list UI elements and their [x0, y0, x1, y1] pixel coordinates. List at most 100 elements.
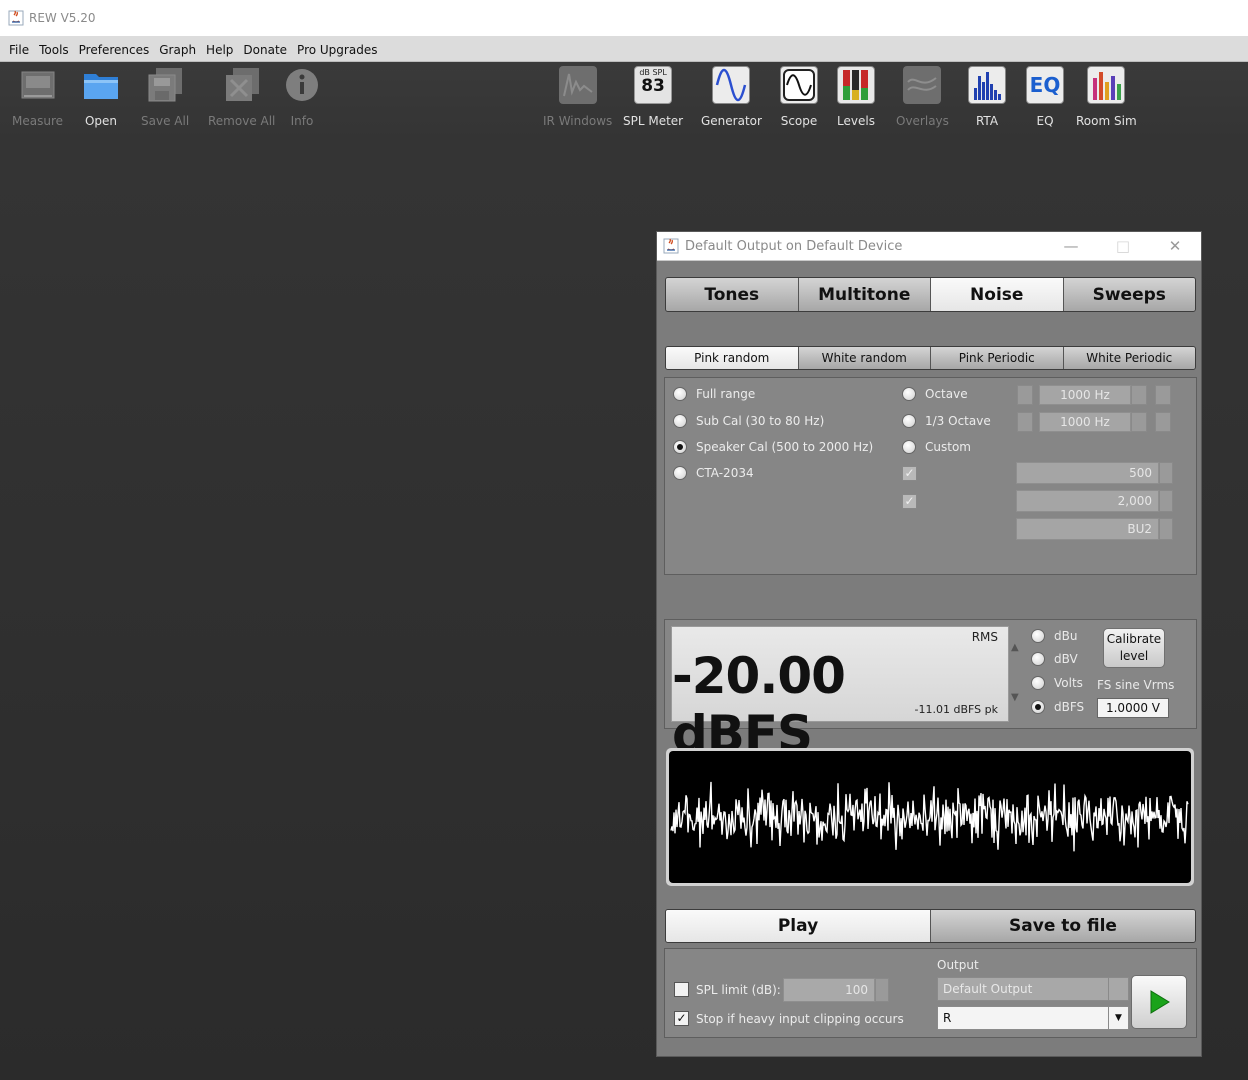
menu-tools[interactable]: Tools — [34, 43, 74, 57]
third-octave-prev-button[interactable] — [1017, 412, 1033, 432]
overlays-button[interactable]: Overlays — [896, 66, 949, 128]
radio-dbfs[interactable]: dBFS — [1031, 700, 1084, 714]
radio-button-selected[interactable] — [1031, 700, 1045, 714]
filter-type-field[interactable]: BU2 — [1016, 518, 1159, 540]
octave-prev-button[interactable] — [1017, 385, 1033, 405]
scope-button[interactable]: Scope — [780, 66, 818, 128]
low-limit-checkbox[interactable]: ✓ — [902, 466, 917, 481]
level-down-icon[interactable]: ▼ — [1011, 692, 1019, 703]
third-octave-next-button[interactable] — [1155, 412, 1171, 432]
radio-button[interactable] — [673, 387, 687, 401]
menu-donate[interactable]: Donate — [238, 43, 292, 57]
tab-sweeps[interactable]: Sweeps — [1063, 278, 1195, 311]
stop-clipping-checkbox[interactable]: ✓ — [674, 1011, 689, 1026]
radio-button[interactable] — [902, 440, 916, 454]
radio-volts[interactable]: Volts — [1031, 676, 1083, 690]
radio-custom[interactable]: Custom — [902, 440, 971, 454]
calibrate-level-button[interactable]: Calibrate level — [1103, 628, 1165, 668]
tab-white-periodic[interactable]: White Periodic — [1063, 347, 1195, 369]
radio-third-octave[interactable]: 1/3 Octave — [902, 414, 991, 428]
level-up-icon[interactable]: ▲ — [1011, 642, 1019, 653]
noise-waveform — [670, 781, 1189, 852]
high-limit-checkbox[interactable]: ✓ — [902, 494, 917, 509]
radio-button[interactable] — [673, 414, 687, 428]
octave-frequency-field[interactable]: 1000 Hz — [1039, 385, 1131, 405]
radio-cta-2034[interactable]: CTA-2034 — [673, 466, 754, 480]
minimize-icon[interactable]: — — [1045, 237, 1097, 255]
rms-label: RMS — [971, 630, 998, 644]
level-spinner[interactable]: ▲ ▼ — [1009, 626, 1023, 722]
radio-sub-cal[interactable]: Sub Cal (30 to 80 Hz) — [673, 414, 824, 428]
output-channel-select[interactable]: R ▼ — [937, 1006, 1129, 1030]
info-icon — [283, 66, 321, 104]
room-sim-button[interactable]: Room Sim — [1076, 66, 1137, 128]
peak-level: -11.01 dBFS pk — [914, 703, 998, 716]
third-octave-dropdown-button[interactable] — [1131, 412, 1147, 432]
save-all-button[interactable]: Save All — [141, 66, 189, 128]
generator-dialog: Default Output on Default Device — □ ✕ T… — [656, 231, 1202, 1057]
menu-preferences[interactable]: Preferences — [74, 43, 155, 57]
fs-sine-field[interactable]: 1.0000 V — [1097, 698, 1169, 718]
radio-octave[interactable]: Octave — [902, 387, 968, 401]
menu-help[interactable]: Help — [201, 43, 238, 57]
tab-tones[interactable]: Tones — [666, 278, 799, 311]
menu-graph[interactable]: Graph — [154, 43, 201, 57]
high-frequency-field[interactable]: 2,000 — [1016, 490, 1159, 512]
tab-pink-random[interactable]: Pink random — [666, 347, 799, 369]
menu-pro-upgrades[interactable]: Pro Upgrades — [292, 43, 382, 57]
octave-dropdown-button[interactable] — [1131, 385, 1147, 405]
window-titlebar: REW V5.20 — [0, 0, 1248, 36]
spl-meter-button[interactable]: dB SPL 83 SPL Meter — [623, 66, 683, 128]
play-icon — [1150, 990, 1170, 1014]
tab-pink-periodic[interactable]: Pink Periodic — [931, 347, 1064, 369]
chevron-down-icon[interactable] — [1108, 978, 1128, 1000]
spl-limit-checkbox[interactable] — [674, 982, 689, 997]
waveform-area — [669, 751, 1191, 883]
tab-multitone[interactable]: Multitone — [798, 278, 931, 311]
tab-noise[interactable]: Noise — [931, 278, 1064, 311]
radio-dbu[interactable]: dBu — [1031, 629, 1077, 643]
radio-button[interactable] — [673, 466, 687, 480]
save-all-icon — [146, 66, 184, 104]
levels-button[interactable]: Levels — [837, 66, 875, 128]
third-octave-frequency-field[interactable]: 1000 Hz — [1039, 412, 1131, 432]
octave-next-button[interactable] — [1155, 385, 1171, 405]
chevron-down-icon[interactable]: ▼ — [1108, 1007, 1128, 1029]
tab-save-to-file[interactable]: Save to file — [931, 910, 1195, 942]
radio-speaker-cal[interactable]: Speaker Cal (500 to 2000 Hz) — [673, 440, 873, 454]
scope-icon — [780, 66, 818, 104]
spl-limit-spinner[interactable] — [875, 978, 889, 1002]
radio-button[interactable] — [902, 387, 916, 401]
info-button[interactable]: Info — [283, 66, 321, 128]
radio-dbv[interactable]: dBV — [1031, 652, 1078, 666]
noise-settings-panel: Full range Sub Cal (30 to 80 Hz) Speaker… — [664, 377, 1197, 575]
rta-button[interactable]: RTA — [968, 66, 1006, 128]
play-button[interactable] — [1131, 975, 1187, 1029]
remove-all-button[interactable]: Remove All — [208, 66, 275, 128]
generator-button[interactable]: Generator — [701, 66, 762, 128]
tab-play[interactable]: Play — [666, 910, 931, 942]
radio-button[interactable] — [1031, 629, 1045, 643]
radio-button[interactable] — [1031, 676, 1045, 690]
radio-button-selected[interactable] — [673, 440, 687, 454]
menu-file[interactable]: File — [4, 43, 34, 57]
java-icon — [663, 238, 679, 254]
measure-button[interactable]: Measure — [12, 66, 63, 128]
noise-type-tabs: Pink random White random Pink Periodic W… — [665, 346, 1196, 370]
low-frequency-spinner[interactable] — [1159, 462, 1173, 484]
high-frequency-spinner[interactable] — [1159, 490, 1173, 512]
radio-button[interactable] — [1031, 652, 1045, 666]
open-button[interactable]: Open — [82, 66, 120, 128]
maximize-icon[interactable]: □ — [1097, 237, 1149, 255]
radio-full-range[interactable]: Full range — [673, 387, 755, 401]
spl-limit-field[interactable]: 100 — [783, 978, 875, 1002]
close-icon[interactable]: ✕ — [1149, 237, 1201, 255]
radio-button[interactable] — [902, 414, 916, 428]
output-device-select[interactable]: Default Output — [937, 977, 1129, 1001]
ir-windows-button[interactable]: IR Windows — [543, 66, 612, 128]
eq-button[interactable]: EQ EQ — [1026, 66, 1064, 128]
low-frequency-field[interactable]: 500 — [1016, 462, 1159, 484]
tab-white-random[interactable]: White random — [798, 347, 931, 369]
filter-type-dropdown[interactable] — [1159, 518, 1173, 540]
room-sim-icon — [1087, 66, 1126, 104]
